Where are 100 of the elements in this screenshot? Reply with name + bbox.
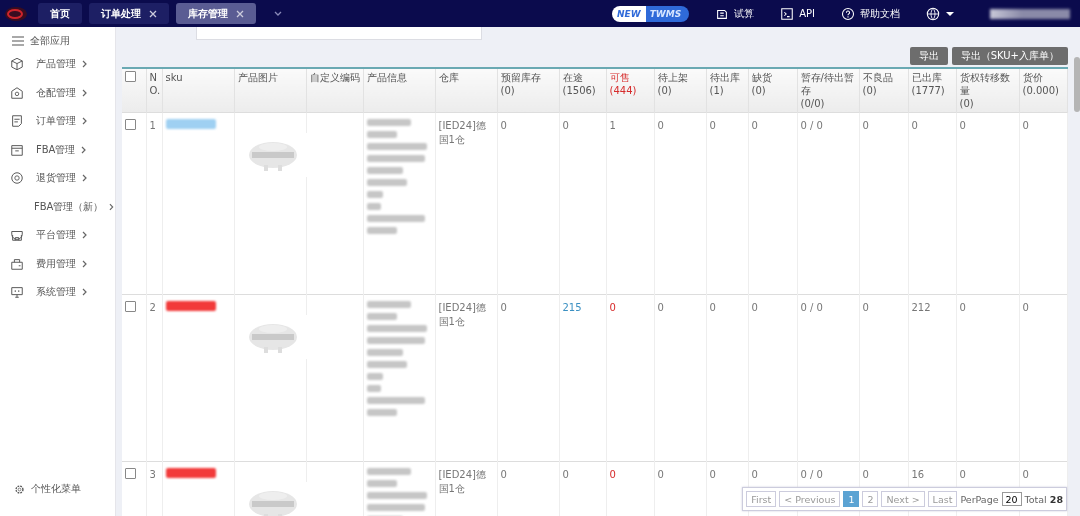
table-cell: 0 [497, 112, 559, 295]
sidebar-item[interactable]: 平台管理 [0, 221, 115, 250]
chevron-right-icon [82, 231, 88, 240]
export-button[interactable]: 导出（SKU+入库单） [951, 47, 1068, 65]
globe-icon[interactable] [926, 6, 940, 21]
chevron-right-icon [82, 174, 88, 183]
table-cell: 0 [859, 294, 908, 462]
warehouse-icon [10, 85, 24, 100]
top-link[interactable]: 试算 [715, 6, 755, 21]
terminal-icon [780, 6, 795, 21]
column-header: 待出库 (1) [706, 68, 748, 113]
fee-icon [10, 256, 24, 271]
table-cell: 0 [748, 112, 797, 295]
sidebar-item[interactable]: 费用管理 [0, 249, 115, 278]
table-cell: 1 [146, 112, 162, 295]
sidebar-item[interactable]: 退货管理 [0, 164, 115, 193]
table-cell: 0 [706, 112, 748, 295]
per-page-field[interactable]: 20 [1001, 492, 1022, 506]
checkbox[interactable] [125, 301, 136, 312]
table-cell: [IED24]德国1仓 [435, 112, 497, 295]
table-cell: 1 [606, 112, 654, 295]
table-cell: 0 [956, 112, 1019, 295]
scrollbar[interactable] [1074, 57, 1080, 112]
table-cell: [IED24]德国1仓 [435, 461, 497, 516]
chevron-right-icon [82, 60, 88, 69]
table-cell: 0 [559, 461, 606, 516]
column-header: sku [162, 68, 234, 113]
column-header: 产品图片 [234, 68, 306, 113]
chevron-right-icon [82, 117, 88, 126]
table-cell: 0 / 0 [797, 294, 859, 462]
table-cell: 0 [654, 461, 706, 516]
table-cell: 0 [497, 461, 559, 516]
menu-icon[interactable] [12, 36, 24, 46]
column-header: 已出库 (1777) [908, 68, 956, 113]
close-icon[interactable] [149, 9, 157, 18]
column-header: 仓库 [435, 68, 497, 113]
table-cell: 0 [1019, 294, 1067, 462]
checkbox[interactable] [125, 468, 136, 479]
sidebar-item[interactable]: 系统管理 [0, 278, 115, 307]
table-cell: 0 [956, 294, 1019, 462]
sidebar-item[interactable]: 产品管理 [0, 50, 115, 79]
table-cell: 0 [908, 112, 956, 295]
column-header: 可售 (444) [606, 68, 654, 113]
order-icon [10, 114, 24, 129]
table-cell[interactable]: 215 [559, 294, 606, 462]
top-link[interactable]: 帮助文档 [841, 6, 900, 21]
table-cell: 0 [559, 112, 606, 295]
personalize-menu-link[interactable]: 个性化菜单 [31, 482, 81, 496]
sidebar-item[interactable]: 仓配管理 [0, 78, 115, 107]
chevron-right-icon [82, 88, 88, 97]
table-cell: 0 [748, 294, 797, 462]
table-cell: 0 [654, 112, 706, 295]
column-header: 自定义编码 [306, 68, 363, 113]
table-cell: 0 [606, 294, 654, 462]
tab[interactable]: 首页 [38, 3, 82, 24]
column-header: 不良品 (0) [859, 68, 908, 113]
redacted-sku[interactable] [165, 468, 216, 478]
search-field[interactable] [196, 27, 482, 40]
table-cell: 212 [908, 294, 956, 462]
settings-icon[interactable] [14, 483, 25, 495]
box-icon [10, 57, 24, 72]
column-header: 货权转移数量 (0) [956, 68, 1019, 113]
column-header: 待上架 (0) [654, 68, 706, 113]
column-header: 预留库存 (0) [497, 68, 559, 113]
tab[interactable]: 订单处理 [89, 3, 169, 24]
column-header: 暂存/待出暂存 (0/0) [797, 68, 859, 113]
chevron-right-icon [81, 145, 88, 154]
table-cell: 0 [497, 294, 559, 462]
checkbox[interactable] [125, 119, 136, 130]
sidebar-item[interactable]: FBA管理（新） [0, 192, 115, 221]
chevron-right-icon [82, 259, 88, 268]
table-cell: 0 / 0 [797, 112, 859, 295]
system-icon [10, 285, 24, 300]
column-header: 产品信息 [363, 68, 435, 113]
column-header: 在途 (1506) [559, 68, 606, 113]
table-cell: 0 [606, 461, 654, 516]
table-cell: 0 [1019, 112, 1067, 295]
sidebar-item[interactable]: FBA管理 [0, 135, 115, 164]
chevron-right-icon [82, 288, 88, 297]
caret-icon[interactable] [946, 10, 954, 17]
help-icon [841, 6, 855, 21]
table-cell: [IED24]德国1仓 [435, 294, 497, 462]
tab[interactable]: 库存管理 [176, 3, 256, 24]
close-icon[interactable] [236, 9, 244, 18]
chevron-down-icon[interactable] [273, 9, 283, 18]
column-header: 货价 (0.000) [1019, 68, 1067, 113]
top-link[interactable]: API [780, 6, 815, 21]
column-header: 缺货 (0) [748, 68, 797, 113]
chevron-right-icon [109, 202, 115, 211]
per-page-label: PerPage [960, 493, 999, 505]
table-cell: 0 [706, 294, 748, 462]
checkbox[interactable] [125, 71, 136, 82]
table-cell: 3 [146, 461, 162, 516]
export-button[interactable]: 导出 [909, 47, 948, 65]
total-count: Total 28 [1024, 493, 1063, 505]
table-cell: 0 [859, 112, 908, 295]
table-cell: 2 [146, 294, 162, 462]
sidebar-header: 全部应用 [30, 34, 70, 48]
sidebar-item[interactable]: 订单管理 [0, 107, 115, 136]
redacted-sku[interactable] [165, 301, 216, 311]
